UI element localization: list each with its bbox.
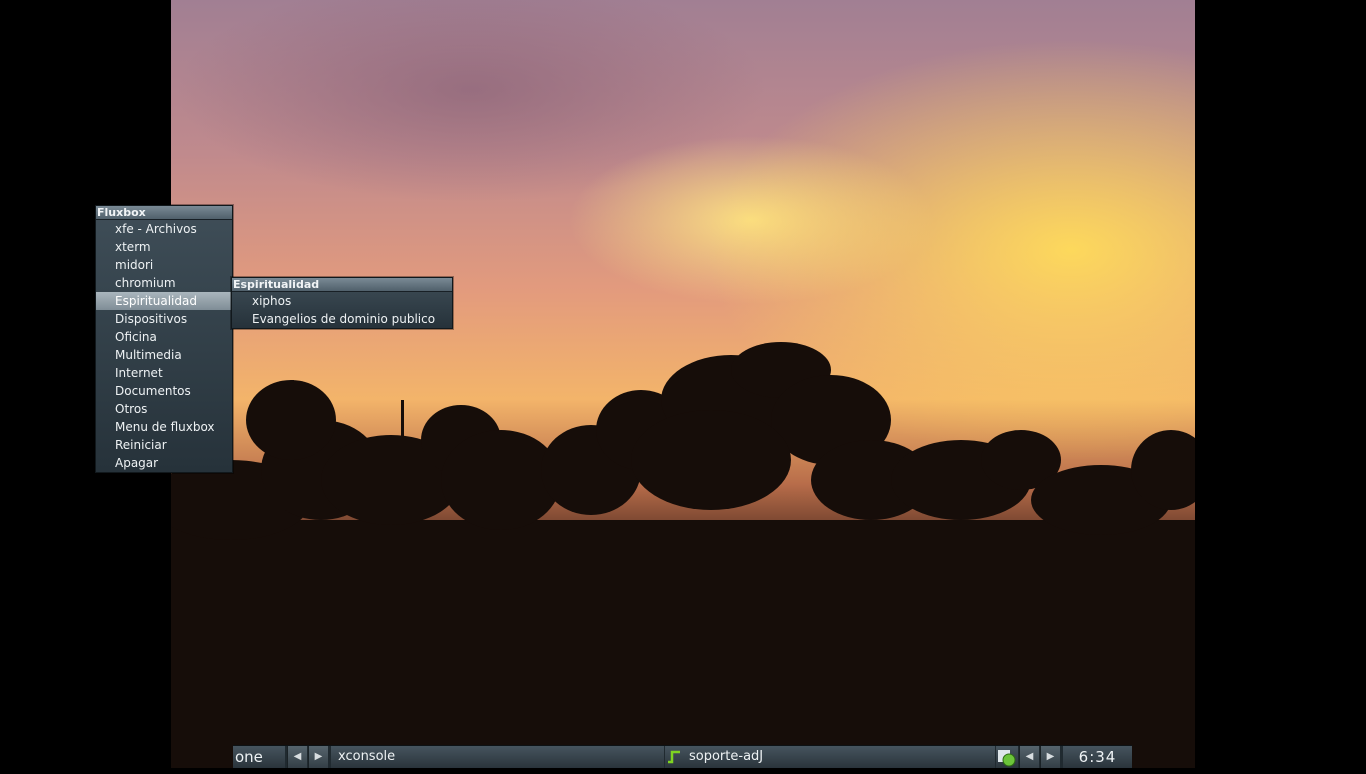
menu-item-multimedia[interactable]: Multimedia xyxy=(96,346,232,364)
tree-silhouette xyxy=(171,342,1195,768)
menu-item-xfe[interactable]: xfe - Archivos xyxy=(96,220,232,238)
menu-item-xterm[interactable]: xterm xyxy=(96,238,232,256)
menu-item-internet[interactable]: Internet xyxy=(96,364,232,382)
network-status-icon[interactable] xyxy=(996,746,1018,768)
espiritualidad-submenu: Espiritualidad xiphos Evangelios de domi… xyxy=(231,277,453,329)
desktop-wallpaper xyxy=(171,0,1195,768)
menu-item-apagar[interactable]: Apagar xyxy=(96,454,232,472)
root-menu-title: Fluxbox xyxy=(96,206,232,220)
menu-item-menu-de-fluxbox[interactable]: Menu de fluxbox xyxy=(96,418,232,436)
fluxbox-toolbar: one ◀ ▶ xconsole soporte-adJ ◀ ▶ 6:34 xyxy=(233,745,1132,768)
menu-item-dispositivos[interactable]: Dispositivos xyxy=(96,310,232,328)
menu-item-documentos[interactable]: Documentos xyxy=(96,382,232,400)
window-prev-button[interactable]: ◀ xyxy=(1019,746,1039,768)
system-tray xyxy=(996,746,1018,768)
workspace-next-button[interactable]: ▶ xyxy=(308,746,328,768)
terminal-icon xyxy=(668,750,680,764)
workspace-prev-button[interactable]: ◀ xyxy=(287,746,307,768)
submenu-item-xiphos[interactable]: xiphos xyxy=(232,292,452,310)
menu-item-chromium[interactable]: chromium xyxy=(96,274,232,292)
menu-item-espiritualidad[interactable]: Espiritualidad xyxy=(96,292,232,310)
task-xconsole[interactable]: xconsole xyxy=(331,746,664,768)
fluxbox-root-menu: Fluxbox xfe - Archivos xterm midori chro… xyxy=(95,205,233,473)
task-soporte-adj[interactable]: soporte-adJ xyxy=(665,746,995,768)
clock: 6:34 xyxy=(1063,746,1132,768)
menu-item-reiniciar[interactable]: Reiniciar xyxy=(96,436,232,454)
submenu-item-evangelios[interactable]: Evangelios de dominio publico xyxy=(232,310,452,328)
window-next-button[interactable]: ▶ xyxy=(1040,746,1060,768)
menu-item-oficina[interactable]: Oficina xyxy=(96,328,232,346)
menu-item-otros[interactable]: Otros xyxy=(96,400,232,418)
workspace-name[interactable]: one xyxy=(233,746,285,768)
menu-item-midori[interactable]: midori xyxy=(96,256,232,274)
submenu-title: Espiritualidad xyxy=(232,278,452,292)
